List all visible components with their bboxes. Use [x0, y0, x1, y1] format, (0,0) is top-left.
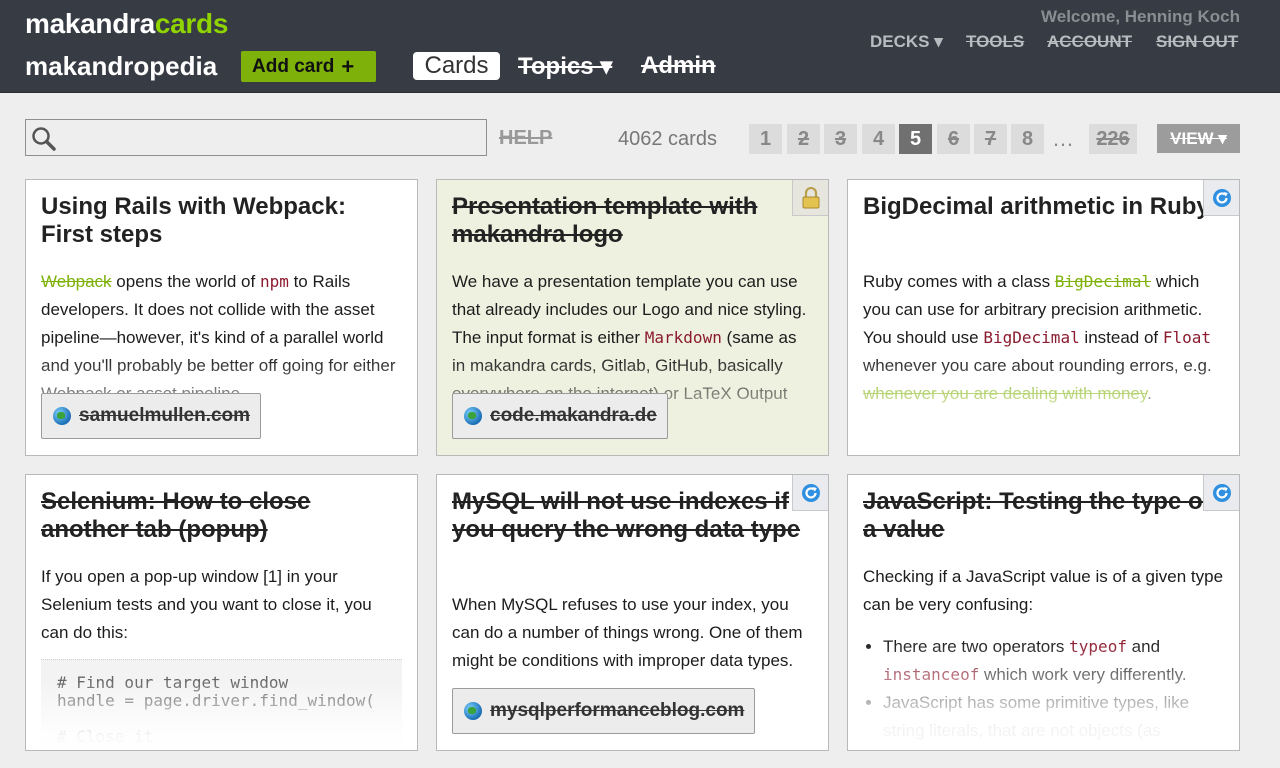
nav-topics-tab[interactable]: Topics ▾ — [518, 52, 612, 80]
card-title[interactable]: Using Rails with Webpack: First steps — [41, 193, 397, 249]
card-title[interactable]: BigDecimal arithmetic in Ruby — [863, 193, 1219, 221]
globe-icon — [53, 407, 71, 425]
page-8[interactable]: 8 — [1011, 124, 1044, 154]
logo-accent: cards — [154, 8, 229, 39]
inline-code: BigDecimal — [983, 328, 1080, 347]
page-last[interactable]: 226 — [1089, 124, 1137, 154]
list-item: JavaScript has some primitive types, lik… — [883, 689, 1225, 745]
card-excerpt: If you open a pop-up window [1] in your … — [41, 563, 403, 647]
card-mysql-indexes[interactable]: MySQL will not use indexes if you query … — [436, 474, 829, 751]
card-excerpt: Checking if a JavaScript value is of a g… — [863, 563, 1225, 745]
bullet-list: There are two operators typeof and insta… — [863, 633, 1225, 745]
page-1[interactable]: 1 — [749, 124, 782, 154]
search-icon — [32, 127, 56, 151]
globe-icon — [464, 407, 482, 425]
text: which work very differently. — [979, 665, 1187, 684]
welcome-text: Welcome, Henning Koch — [1041, 7, 1240, 26]
source-label: code.makandra.de — [490, 405, 657, 426]
text: When MySQL refuses to use your index, yo… — [452, 595, 803, 670]
source-label: mysqlperformanceblog.com — [490, 700, 745, 721]
page-7[interactable]: 7 — [974, 124, 1007, 154]
inline-code: instanceof — [883, 665, 980, 684]
money-link[interactable]: whenever you are dealing with money — [863, 384, 1147, 403]
card-webpack[interactable]: Using Rails with Webpack: First steps We… — [25, 179, 418, 456]
add-card-label: Add card — [252, 55, 335, 77]
refresh-icon[interactable] — [1203, 475, 1239, 511]
top-header: makandracards makandropedia Add card + C… — [0, 0, 1280, 93]
code-block: # Find our target window handle = page.d… — [41, 659, 402, 749]
nav-cards-tab[interactable]: Cards — [413, 52, 500, 80]
nav-admin-tab[interactable]: Admin — [641, 52, 716, 80]
help-link[interactable]: HELP — [499, 127, 552, 150]
lock-icon — [792, 180, 828, 216]
inline-code: typeof — [1069, 637, 1127, 656]
card-title[interactable]: JavaScript: Testing the type of a value — [863, 488, 1219, 544]
text: JavaScript has some primitive types, lik… — [883, 693, 1190, 740]
card-title[interactable]: MySQL will not use indexes if you query … — [452, 488, 808, 544]
plus-icon: + — [341, 53, 355, 79]
card-javascript-type[interactable]: JavaScript: Testing the type of a value … — [847, 474, 1240, 751]
text: If you open a pop-up window [1] in your … — [41, 567, 372, 642]
page-4[interactable]: 4 — [862, 124, 895, 154]
pagination-ellipsis: … — [1052, 126, 1074, 151]
source-label: samuelmullen.com — [79, 405, 251, 426]
text: instead of — [1079, 328, 1163, 347]
add-card-button[interactable]: Add card + — [241, 51, 376, 82]
page-5-current[interactable]: 5 — [899, 124, 932, 154]
decks-menu[interactable]: DECKS ▾ — [870, 32, 943, 52]
source-link-button[interactable]: code.makandra.de — [452, 393, 668, 439]
refresh-icon[interactable] — [1203, 180, 1239, 216]
globe-icon — [464, 702, 482, 720]
refresh-icon[interactable] — [792, 475, 828, 511]
account-link[interactable]: ACCOUNT — [1047, 32, 1132, 52]
card-presentation-template[interactable]: Presentation template with makandra logo… — [436, 179, 829, 456]
inline-code: Float — [1162, 328, 1212, 347]
card-title[interactable]: Selenium: How to close another tab (popu… — [41, 488, 397, 544]
inline-code: Markdown — [644, 328, 722, 347]
inline-code: npm — [259, 272, 289, 291]
list-item: There are two operators typeof and insta… — [883, 633, 1225, 689]
card-excerpt: Webpack opens the world of npm to Rails … — [41, 268, 403, 408]
text: . — [1147, 384, 1152, 403]
site-name[interactable]: makandropedia — [25, 51, 217, 82]
card-excerpt: When MySQL refuses to use your index, yo… — [452, 591, 814, 675]
page-2[interactable]: 2 — [787, 124, 820, 154]
text: and — [1126, 637, 1161, 656]
source-link-button[interactable]: samuelmullen.com — [41, 393, 262, 439]
page-6[interactable]: 6 — [937, 124, 970, 154]
text: Checking if a JavaScript value is of a g… — [863, 567, 1224, 614]
page-3[interactable]: 3 — [824, 124, 857, 154]
source-link-button[interactable]: mysqlperformanceblog.com — [452, 688, 756, 734]
card-selenium-close-tab[interactable]: Selenium: How to close another tab (popu… — [25, 474, 418, 751]
sign-out-link[interactable]: SIGN OUT — [1156, 32, 1238, 52]
bigdecimal-link[interactable]: BigDecimal — [1055, 272, 1151, 291]
text: Ruby comes with a class — [863, 272, 1055, 291]
text: opens the world of — [111, 272, 260, 291]
text: There are two operators — [883, 637, 1070, 656]
card-title[interactable]: Presentation template with makandra logo — [452, 193, 808, 249]
card-bigdecimal[interactable]: BigDecimal arithmetic in Ruby Ruby comes… — [847, 179, 1240, 456]
text: whenever you care about rounding errors,… — [863, 356, 1212, 375]
card-count: 4062 cards — [618, 128, 717, 150]
text: to Rails developers. It does not collide… — [41, 272, 396, 403]
search-input[interactable] — [25, 119, 487, 156]
card-excerpt: Ruby comes with a class BigDecimal which… — [863, 268, 1225, 408]
logo-main: makandra — [25, 8, 155, 39]
webpack-link[interactable]: Webpack — [41, 272, 112, 291]
tools-link[interactable]: TOOLS — [966, 32, 1024, 52]
view-menu-button[interactable]: VIEW ▾ — [1157, 124, 1240, 153]
logo[interactable]: makandracards — [25, 8, 228, 40]
